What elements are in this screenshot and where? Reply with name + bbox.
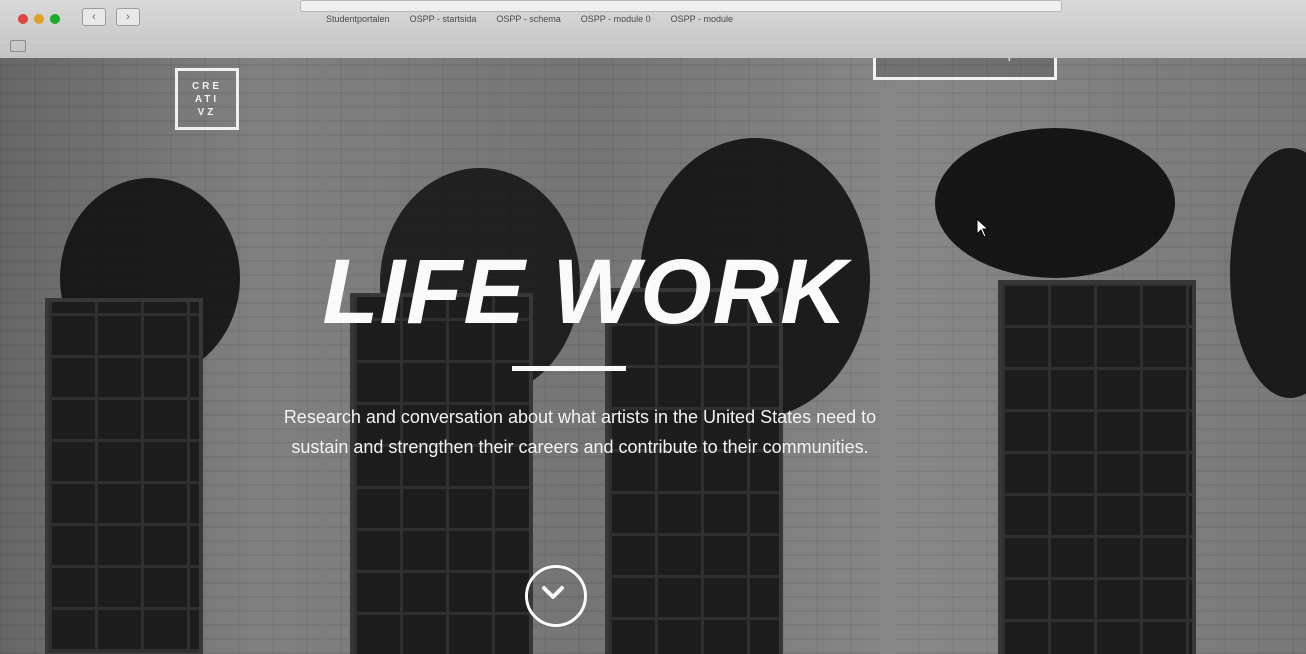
- bookmarks-bar: Studentportalen OSPP - startsida OSPP - …: [326, 14, 733, 24]
- bookmark-item[interactable]: Studentportalen: [326, 14, 390, 24]
- site-logo[interactable]: CRE ATI VZ: [175, 68, 239, 130]
- bookmark-item[interactable]: OSPP - module: [671, 14, 733, 24]
- logo-line: VZ: [197, 106, 217, 118]
- research-report-button[interactable]: The Research Report: [873, 58, 1057, 80]
- title-divider: [512, 366, 626, 371]
- minimize-window-icon[interactable]: [34, 14, 44, 24]
- hero-section: CRE ATI VZ The Research Report LIFE WORK…: [0, 58, 1306, 654]
- back-button[interactable]: ‹: [82, 8, 106, 26]
- sidebar-toggle-icon[interactable]: [10, 40, 26, 52]
- bookmark-item[interactable]: OSPP - schema: [496, 14, 560, 24]
- close-window-icon[interactable]: [18, 14, 28, 24]
- browser-chrome: ‹ › Studentportalen OSPP - startsida OSP…: [0, 0, 1306, 59]
- logo-line: CRE: [191, 80, 223, 92]
- mouse-pointer-icon: [976, 218, 990, 238]
- dark-overlay: [0, 58, 1306, 654]
- hero-title: LIFE WORK: [322, 241, 848, 343]
- logo-line: ATI: [194, 93, 220, 105]
- hero-description: Research and conversation about what art…: [283, 407, 877, 457]
- maximize-window-icon[interactable]: [50, 14, 60, 24]
- forward-button[interactable]: ›: [116, 8, 140, 26]
- url-bar[interactable]: [300, 0, 1062, 12]
- bookmark-item[interactable]: OSPP - module 0: [581, 14, 651, 24]
- chevron-down-icon: [542, 586, 564, 599]
- bookmark-item[interactable]: OSPP - startsida: [410, 14, 477, 24]
- scroll-down-button[interactable]: [525, 565, 587, 627]
